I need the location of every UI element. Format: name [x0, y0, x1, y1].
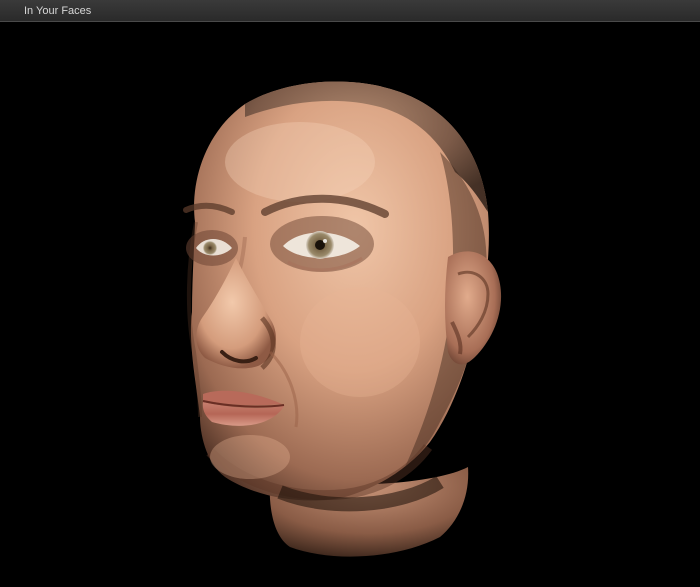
left-iris [203, 241, 217, 255]
right-eye-glint [323, 239, 327, 243]
title-bar[interactable]: In Your Faces [0, 0, 700, 22]
ear [445, 251, 502, 365]
head-model-render [183, 81, 502, 557]
app-window: In Your Faces [0, 0, 700, 587]
3d-viewport[interactable] [0, 22, 700, 587]
cheek [300, 287, 420, 397]
forehead-highlight [225, 122, 375, 202]
chin-highlight [210, 435, 290, 479]
window-title: In Your Faces [24, 5, 92, 17]
